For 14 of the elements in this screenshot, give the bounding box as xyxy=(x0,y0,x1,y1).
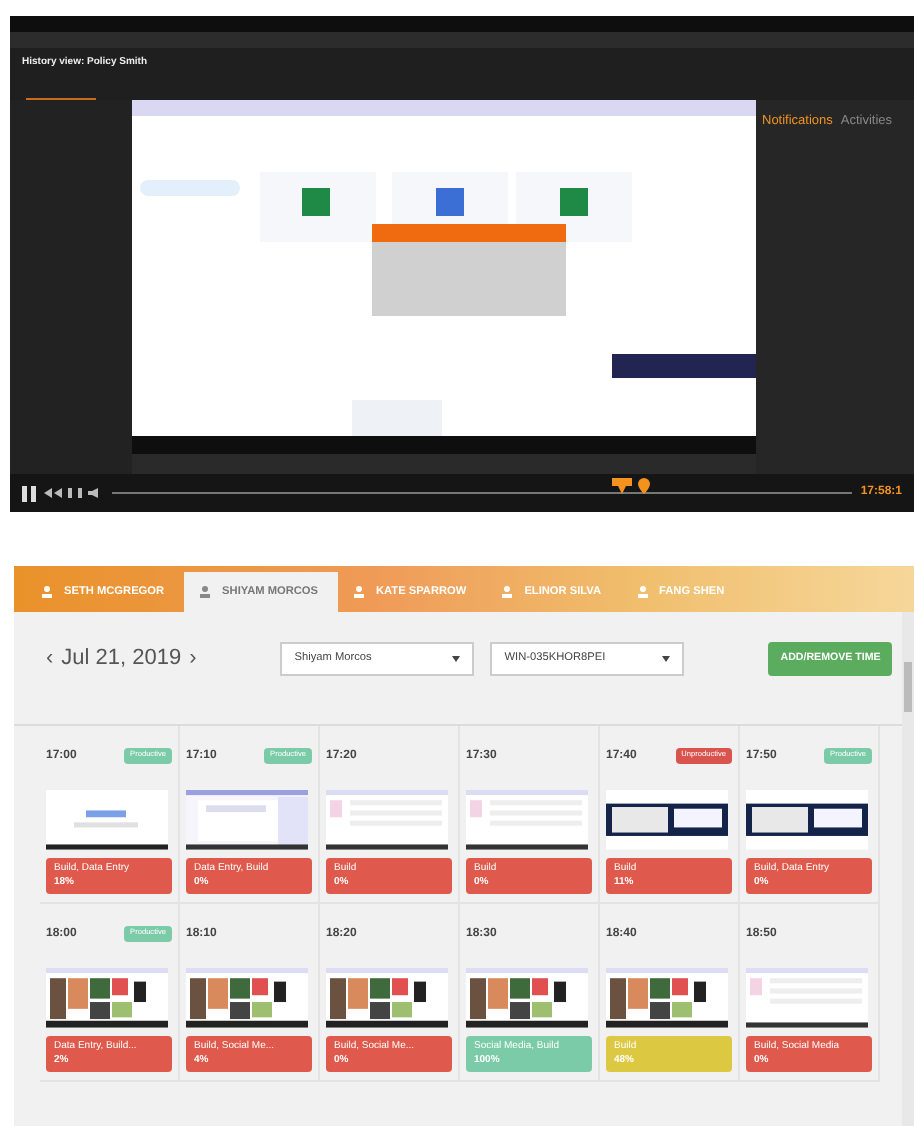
person-icon xyxy=(42,586,52,598)
person-icon xyxy=(502,586,513,598)
person-icon xyxy=(200,586,211,598)
caret-icon xyxy=(662,656,671,662)
marker-icon[interactable] xyxy=(612,478,652,494)
date-label: Jul 21, 2019 xyxy=(61,648,182,670)
person-icon xyxy=(637,586,648,598)
caret-icon xyxy=(452,656,461,662)
scrollbar[interactable] xyxy=(902,612,914,1126)
next-day-button[interactable]: › xyxy=(189,648,197,670)
playback-controls-icon[interactable] xyxy=(44,488,104,498)
previous-day-button[interactable]: ‹ xyxy=(46,648,54,670)
person-icon xyxy=(354,586,365,598)
pause-icon[interactable] xyxy=(22,485,36,501)
